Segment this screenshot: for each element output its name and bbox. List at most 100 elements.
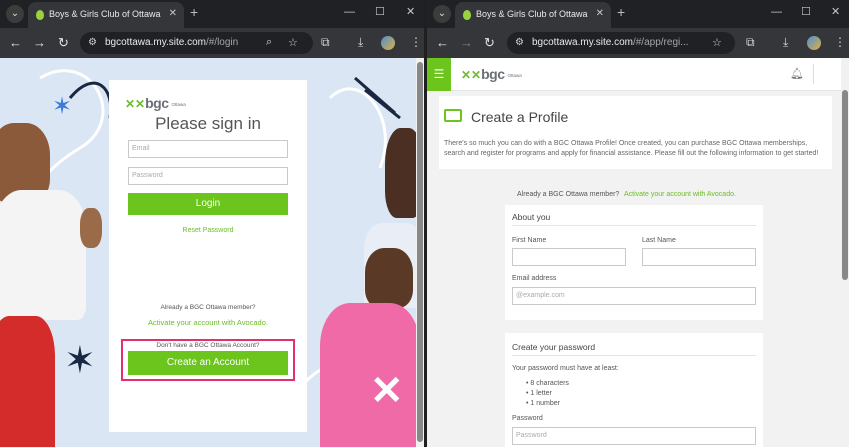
password-label: Password bbox=[512, 415, 543, 422]
scrollbar[interactable] bbox=[841, 58, 849, 447]
first-name-input[interactable] bbox=[512, 248, 626, 266]
download-icon[interactable]: ⤓ bbox=[783, 35, 788, 49]
menu-kebab-icon[interactable]: ⋮ bbox=[410, 35, 422, 49]
header-divider bbox=[813, 64, 814, 84]
email-label: Email address bbox=[512, 275, 557, 282]
reload-icon[interactable]: ↻ bbox=[58, 35, 69, 51]
scrollbar[interactable] bbox=[416, 58, 424, 447]
profile-avatar[interactable] bbox=[807, 36, 821, 50]
create-password-section: Create your password Your password must … bbox=[505, 333, 763, 447]
email-input[interactable]: @example.com bbox=[512, 287, 756, 305]
sign-in-title: Please sign in bbox=[155, 114, 261, 133]
back-icon[interactable]: ← bbox=[9, 35, 22, 51]
browser-toolbar: ← → ↻ ⚙ bgcottawa.my.site.com/#/login ⌕ … bbox=[0, 28, 424, 58]
about-you-section: About you First Name Last Name Email add… bbox=[505, 205, 763, 320]
close-window-icon[interactable]: ✕ bbox=[406, 6, 415, 18]
browser-toolbar: ← → ↻ ⚙ bgcottawa.my.site.com/#/app/regi… bbox=[427, 28, 849, 58]
bgc-logo[interactable]: ✕✕bgc Ottawa bbox=[461, 66, 522, 84]
menu-kebab-icon[interactable]: ⋮ bbox=[834, 35, 846, 49]
forward-icon[interactable]: → bbox=[33, 35, 46, 51]
close-tab-icon[interactable]: ✕ bbox=[169, 8, 177, 19]
password-input[interactable]: Password bbox=[512, 427, 756, 445]
tab-search-button[interactable]: ⌄ bbox=[6, 5, 24, 23]
close-tab-icon[interactable]: ✕ bbox=[596, 8, 604, 19]
page-title: Create a Profile bbox=[471, 109, 569, 125]
requirement-item: • 1 number bbox=[526, 400, 560, 407]
extensions-icon[interactable]: ⧉ bbox=[321, 35, 330, 49]
email-field[interactable]: Email bbox=[128, 140, 288, 158]
tab-strip: ⌄ Boys & Girls Club of Ottawa ✕ + — ☐ ✕ bbox=[0, 0, 424, 28]
profile-description: There's so much you can do with a BGC Ot… bbox=[444, 140, 819, 157]
new-tab-icon[interactable]: + bbox=[617, 5, 625, 19]
new-tab-icon[interactable]: + bbox=[190, 5, 198, 19]
child-hand-peace bbox=[80, 208, 102, 248]
requirement-item: • 8 characters bbox=[526, 380, 569, 387]
right-browser-window: ⌄ Boys & Girls Club of Ottawa ✕ + — ☐ ✕ … bbox=[427, 0, 849, 447]
bgc-x-mark-icon: ✕ bbox=[370, 369, 404, 413]
child-shirt-red bbox=[0, 316, 55, 447]
maximize-icon[interactable]: ☐ bbox=[375, 6, 385, 18]
tab-search-button[interactable]: ⌄ bbox=[433, 5, 451, 23]
avocado-favicon-icon bbox=[36, 10, 44, 20]
download-icon[interactable]: ⤓ bbox=[358, 35, 363, 49]
create-profile-page: ☰ ✕✕bgc Ottawa 🔔︎ Create a Profile There'… bbox=[427, 58, 849, 447]
profile-intro-panel: Create a Profile There's so much you can… bbox=[439, 96, 832, 169]
member-question: Already a BGC Ottawa member? bbox=[517, 191, 620, 198]
active-tab[interactable]: Boys & Girls Club of Ottawa ✕ bbox=[455, 2, 611, 28]
zoom-icon[interactable]: ⌕ bbox=[266, 36, 272, 49]
member-question: Already a BGC Ottawa member? bbox=[160, 304, 256, 311]
address-bar[interactable]: ⚙ bgcottawa.my.site.com/#/login ⌕ ☆ bbox=[80, 32, 313, 54]
tab-title: Boys & Girls Club of Ottawa bbox=[49, 9, 161, 19]
site-info-icon[interactable]: ⚙ bbox=[515, 37, 524, 48]
app-header: ☰ ✕✕bgc Ottawa 🔔︎ bbox=[427, 58, 841, 91]
activate-avocado-link[interactable]: Activate your account with Avocado. bbox=[109, 318, 307, 327]
password-requirements-intro: Your password must have at least: bbox=[512, 365, 619, 372]
bgc-logo: ✕✕bgc Ottawa bbox=[125, 95, 186, 111]
site-info-icon[interactable]: ⚙ bbox=[88, 37, 97, 48]
bookmark-star-icon[interactable]: ☆ bbox=[712, 36, 722, 49]
svg-text:✶: ✶ bbox=[64, 338, 96, 382]
requirement-item: • 1 letter bbox=[526, 390, 552, 397]
left-browser-window: ⌄ Boys & Girls Club of Ottawa ✕ + — ☐ ✕ … bbox=[0, 0, 424, 447]
scrollbar-thumb[interactable] bbox=[842, 90, 848, 280]
url-path: /#/login bbox=[205, 37, 239, 48]
address-bar[interactable]: ⚙ bgcottawa.my.site.com/#/app/regi... ☆ bbox=[507, 32, 735, 54]
url-host: bgcottawa.my.site.com bbox=[105, 37, 206, 48]
scrollbar-thumb[interactable] bbox=[417, 62, 423, 442]
maximize-icon[interactable]: ☐ bbox=[801, 6, 811, 18]
tab-title: Boys & Girls Club of Ottawa bbox=[476, 9, 588, 19]
back-icon[interactable]: ← bbox=[436, 35, 449, 51]
reload-icon[interactable]: ↻ bbox=[484, 35, 495, 51]
forward-icon[interactable]: → bbox=[460, 35, 473, 51]
first-name-label: First Name bbox=[512, 237, 547, 244]
bookmark-star-icon[interactable]: ☆ bbox=[288, 36, 298, 49]
password-field[interactable]: Password bbox=[128, 167, 288, 185]
login-button[interactable]: Login bbox=[128, 193, 288, 215]
activate-avocado-link[interactable]: Activate your account with Avocado. bbox=[624, 191, 736, 198]
profile-card-icon bbox=[444, 109, 462, 122]
highlight-box bbox=[121, 339, 295, 381]
section-title: About you bbox=[512, 212, 551, 222]
tab-strip: ⌄ Boys & Girls Club of Ottawa ✕ + — ☐ ✕ bbox=[427, 0, 849, 28]
minimize-icon[interactable]: — bbox=[771, 6, 782, 18]
child-photo-right bbox=[365, 248, 413, 308]
profile-avatar[interactable] bbox=[381, 36, 395, 50]
svg-text:✶: ✶ bbox=[52, 92, 72, 120]
close-window-icon[interactable]: ✕ bbox=[831, 6, 840, 18]
active-tab[interactable]: Boys & Girls Club of Ottawa ✕ bbox=[28, 2, 184, 28]
notification-bell-icon[interactable]: 🔔︎ bbox=[790, 67, 804, 80]
extensions-icon[interactable]: ⧉ bbox=[746, 35, 755, 49]
last-name-input[interactable] bbox=[642, 248, 756, 266]
hamburger-menu-icon[interactable]: ☰ bbox=[427, 58, 451, 91]
minimize-icon[interactable]: — bbox=[344, 6, 355, 18]
section-divider bbox=[512, 225, 756, 226]
url-host: bgcottawa.my.site.com bbox=[532, 37, 633, 48]
avocado-favicon-icon bbox=[463, 10, 471, 20]
section-title: Create your password bbox=[512, 342, 596, 352]
login-page: ✶ ✶ ✕ ✕✕bgc Ottawa Please sign in Email P… bbox=[0, 58, 424, 447]
last-name-label: Last Name bbox=[642, 237, 676, 244]
reset-password-link[interactable]: Reset Password bbox=[109, 227, 307, 234]
section-divider bbox=[512, 355, 756, 356]
child-shirt-white bbox=[0, 190, 86, 320]
url-path: /#/app/regi... bbox=[632, 37, 689, 48]
